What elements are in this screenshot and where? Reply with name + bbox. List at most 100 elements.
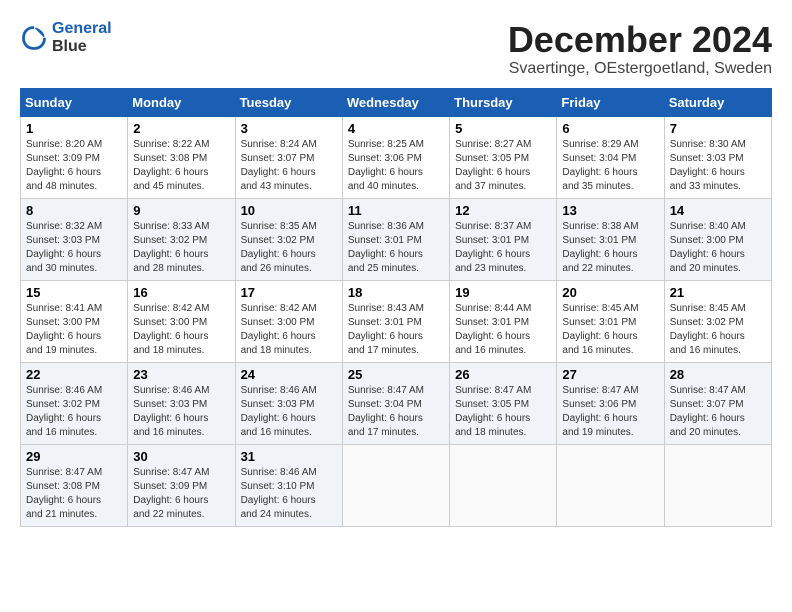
day-info: Sunrise: 8:46 AM Sunset: 3:03 PM Dayligh… bbox=[241, 384, 337, 440]
calendar-cell: 21 Sunrise: 8:45 AM Sunset: 3:02 PM Dayli… bbox=[664, 280, 771, 362]
header-wednesday: Wednesday bbox=[342, 88, 449, 116]
calendar-week-4: 22 Sunrise: 8:46 AM Sunset: 3:02 PM Dayli… bbox=[21, 362, 772, 444]
header-friday: Friday bbox=[557, 88, 664, 116]
calendar-cell: 28Sunrise: 8:47 AM Sunset: 3:07 PM Dayli… bbox=[664, 362, 771, 444]
calendar-cell: 5 Sunrise: 8:27 AM Sunset: 3:05 PM Daylig… bbox=[450, 116, 557, 198]
calendar-cell: 7 Sunrise: 8:30 AM Sunset: 3:03 PM Daylig… bbox=[664, 116, 771, 198]
calendar-cell: 13 Sunrise: 8:38 AM Sunset: 3:01 PM Dayli… bbox=[557, 198, 664, 280]
calendar-cell bbox=[450, 444, 557, 526]
header-monday: Monday bbox=[128, 88, 235, 116]
calendar-cell: 27 Sunrise: 8:47 AM Sunset: 3:06 PM Dayli… bbox=[557, 362, 664, 444]
calendar-cell bbox=[342, 444, 449, 526]
calendar-cell: 26 Sunrise: 8:47 AM Sunset: 3:05 PM Dayli… bbox=[450, 362, 557, 444]
day-number: 27 bbox=[562, 367, 658, 382]
day-info: Sunrise: 8:29 AM Sunset: 3:04 PM Dayligh… bbox=[562, 138, 658, 194]
header-thursday: Thursday bbox=[450, 88, 557, 116]
day-number: 20 bbox=[562, 285, 658, 300]
calendar-cell: 1 Sunrise: 8:20 AM Sunset: 3:09 PM Daylig… bbox=[21, 116, 128, 198]
calendar-cell: 19 Sunrise: 8:44 AM Sunset: 3:01 PM Dayli… bbox=[450, 280, 557, 362]
logo-text: General Blue bbox=[52, 20, 112, 56]
day-number: 26 bbox=[455, 367, 551, 382]
day-info: Sunrise: 8:41 AM Sunset: 3:00 PM Dayligh… bbox=[26, 302, 122, 358]
day-number: 15 bbox=[26, 285, 122, 300]
header-saturday: Saturday bbox=[664, 88, 771, 116]
calendar-cell: 9Sunrise: 8:33 AM Sunset: 3:02 PM Daylig… bbox=[128, 198, 235, 280]
day-info: Sunrise: 8:45 AM Sunset: 3:02 PM Dayligh… bbox=[670, 302, 766, 358]
day-info: Sunrise: 8:47 AM Sunset: 3:05 PM Dayligh… bbox=[455, 384, 551, 440]
calendar-cell: 20Sunrise: 8:45 AM Sunset: 3:01 PM Dayli… bbox=[557, 280, 664, 362]
calendar-header-row: SundayMondayTuesdayWednesdayThursdayFrid… bbox=[21, 88, 772, 116]
day-number: 11 bbox=[348, 203, 444, 218]
calendar-cell: 11Sunrise: 8:36 AM Sunset: 3:01 PM Dayli… bbox=[342, 198, 449, 280]
calendar-cell: 3Sunrise: 8:24 AM Sunset: 3:07 PM Daylig… bbox=[235, 116, 342, 198]
calendar-cell: 2 Sunrise: 8:22 AM Sunset: 3:08 PM Daylig… bbox=[128, 116, 235, 198]
page-header: General Blue December 2024 Svaertinge, O… bbox=[20, 20, 772, 78]
calendar-cell: 4 Sunrise: 8:25 AM Sunset: 3:06 PM Daylig… bbox=[342, 116, 449, 198]
day-info: Sunrise: 8:46 AM Sunset: 3:10 PM Dayligh… bbox=[241, 466, 337, 522]
day-info: Sunrise: 8:22 AM Sunset: 3:08 PM Dayligh… bbox=[133, 138, 229, 194]
calendar-cell: 18Sunrise: 8:43 AM Sunset: 3:01 PM Dayli… bbox=[342, 280, 449, 362]
day-number: 22 bbox=[26, 367, 122, 382]
title-block: December 2024 Svaertinge, OEstergoetland… bbox=[508, 20, 772, 78]
day-number: 29 bbox=[26, 449, 122, 464]
day-number: 24 bbox=[241, 367, 337, 382]
day-number: 1 bbox=[26, 121, 122, 136]
day-number: 19 bbox=[455, 285, 551, 300]
day-number: 23 bbox=[133, 367, 229, 382]
location-title: Svaertinge, OEstergoetland, Sweden bbox=[508, 60, 772, 78]
day-info: Sunrise: 8:42 AM Sunset: 3:00 PM Dayligh… bbox=[241, 302, 337, 358]
logo: General Blue bbox=[20, 20, 112, 56]
day-info: Sunrise: 8:30 AM Sunset: 3:03 PM Dayligh… bbox=[670, 138, 766, 194]
calendar-cell: 29 Sunrise: 8:47 AM Sunset: 3:08 PM Dayli… bbox=[21, 444, 128, 526]
calendar-cell: 25Sunrise: 8:47 AM Sunset: 3:04 PM Dayli… bbox=[342, 362, 449, 444]
day-number: 8 bbox=[26, 203, 122, 218]
calendar-cell: 24 Sunrise: 8:46 AM Sunset: 3:03 PM Dayli… bbox=[235, 362, 342, 444]
calendar-week-5: 29 Sunrise: 8:47 AM Sunset: 3:08 PM Dayli… bbox=[21, 444, 772, 526]
day-info: Sunrise: 8:40 AM Sunset: 3:00 PM Dayligh… bbox=[670, 220, 766, 276]
day-info: Sunrise: 8:35 AM Sunset: 3:02 PM Dayligh… bbox=[241, 220, 337, 276]
calendar-cell: 16Sunrise: 8:42 AM Sunset: 3:00 PM Dayli… bbox=[128, 280, 235, 362]
day-number: 4 bbox=[348, 121, 444, 136]
day-info: Sunrise: 8:47 AM Sunset: 3:08 PM Dayligh… bbox=[26, 466, 122, 522]
day-number: 5 bbox=[455, 121, 551, 136]
day-number: 25 bbox=[348, 367, 444, 382]
day-info: Sunrise: 8:46 AM Sunset: 3:02 PM Dayligh… bbox=[26, 384, 122, 440]
day-info: Sunrise: 8:47 AM Sunset: 3:06 PM Dayligh… bbox=[562, 384, 658, 440]
day-info: Sunrise: 8:32 AM Sunset: 3:03 PM Dayligh… bbox=[26, 220, 122, 276]
calendar-cell: 30Sunrise: 8:47 AM Sunset: 3:09 PM Dayli… bbox=[128, 444, 235, 526]
calendar-cell: 15 Sunrise: 8:41 AM Sunset: 3:00 PM Dayli… bbox=[21, 280, 128, 362]
day-number: 3 bbox=[241, 121, 337, 136]
day-info: Sunrise: 8:44 AM Sunset: 3:01 PM Dayligh… bbox=[455, 302, 551, 358]
day-info: Sunrise: 8:25 AM Sunset: 3:06 PM Dayligh… bbox=[348, 138, 444, 194]
day-number: 17 bbox=[241, 285, 337, 300]
calendar-cell: 6 Sunrise: 8:29 AM Sunset: 3:04 PM Daylig… bbox=[557, 116, 664, 198]
day-number: 6 bbox=[562, 121, 658, 136]
calendar-week-1: 1 Sunrise: 8:20 AM Sunset: 3:09 PM Daylig… bbox=[21, 116, 772, 198]
day-info: Sunrise: 8:37 AM Sunset: 3:01 PM Dayligh… bbox=[455, 220, 551, 276]
day-number: 13 bbox=[562, 203, 658, 218]
day-number: 2 bbox=[133, 121, 229, 136]
month-title: December 2024 bbox=[508, 20, 772, 60]
calendar-cell: 14Sunrise: 8:40 AM Sunset: 3:00 PM Dayli… bbox=[664, 198, 771, 280]
calendar-cell: 23 Sunrise: 8:46 AM Sunset: 3:03 PM Dayli… bbox=[128, 362, 235, 444]
calendar-week-2: 8 Sunrise: 8:32 AM Sunset: 3:03 PM Daylig… bbox=[21, 198, 772, 280]
day-info: Sunrise: 8:47 AM Sunset: 3:09 PM Dayligh… bbox=[133, 466, 229, 522]
day-info: Sunrise: 8:46 AM Sunset: 3:03 PM Dayligh… bbox=[133, 384, 229, 440]
day-info: Sunrise: 8:47 AM Sunset: 3:07 PM Dayligh… bbox=[670, 384, 766, 440]
day-info: Sunrise: 8:27 AM Sunset: 3:05 PM Dayligh… bbox=[455, 138, 551, 194]
day-info: Sunrise: 8:38 AM Sunset: 3:01 PM Dayligh… bbox=[562, 220, 658, 276]
calendar-cell: 17 Sunrise: 8:42 AM Sunset: 3:00 PM Dayli… bbox=[235, 280, 342, 362]
calendar-cell: 22 Sunrise: 8:46 AM Sunset: 3:02 PM Dayli… bbox=[21, 362, 128, 444]
calendar-cell: 31Sunrise: 8:46 AM Sunset: 3:10 PM Dayli… bbox=[235, 444, 342, 526]
day-number: 7 bbox=[670, 121, 766, 136]
calendar-cell: 12Sunrise: 8:37 AM Sunset: 3:01 PM Dayli… bbox=[450, 198, 557, 280]
calendar-cell bbox=[664, 444, 771, 526]
day-number: 21 bbox=[670, 285, 766, 300]
logo-icon bbox=[20, 24, 48, 52]
calendar-cell: 10 Sunrise: 8:35 AM Sunset: 3:02 PM Dayli… bbox=[235, 198, 342, 280]
day-info: Sunrise: 8:20 AM Sunset: 3:09 PM Dayligh… bbox=[26, 138, 122, 194]
day-number: 18 bbox=[348, 285, 444, 300]
header-sunday: Sunday bbox=[21, 88, 128, 116]
header-tuesday: Tuesday bbox=[235, 88, 342, 116]
day-number: 10 bbox=[241, 203, 337, 218]
